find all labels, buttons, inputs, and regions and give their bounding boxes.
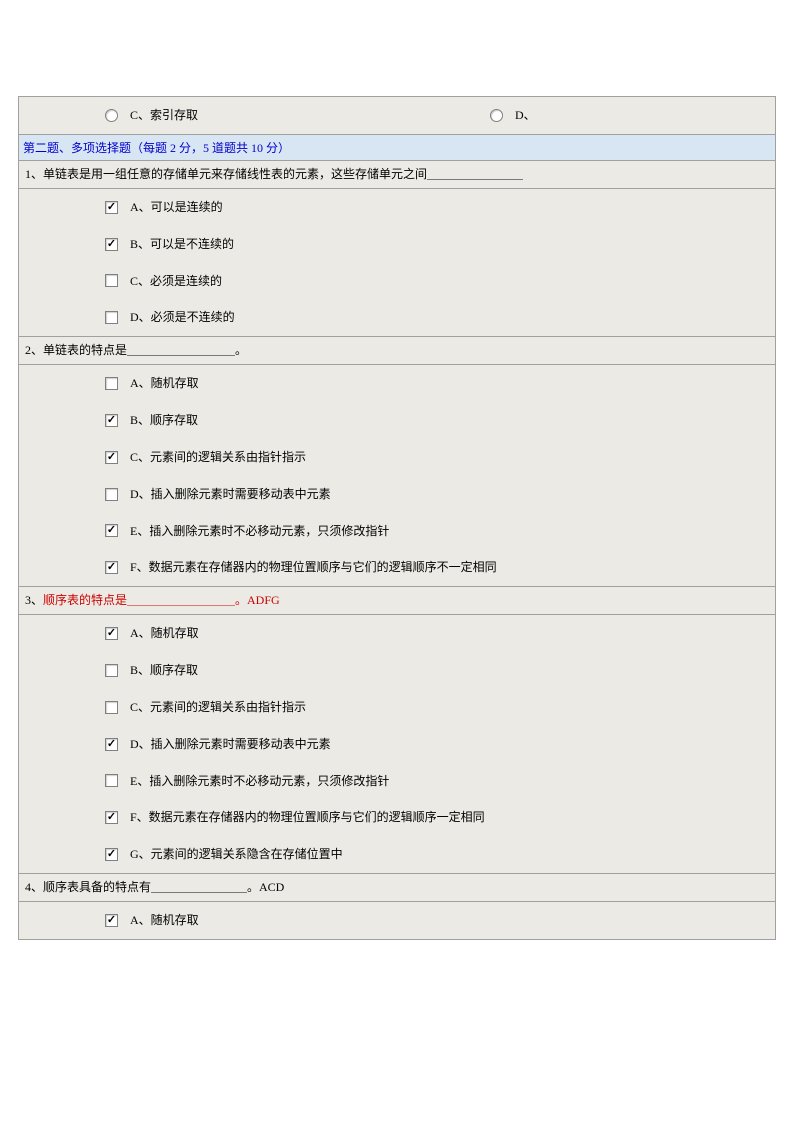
checkbox[interactable] [105, 774, 118, 787]
option-row: C、必须是连续的 [19, 263, 775, 300]
checkbox[interactable] [105, 238, 118, 251]
options-block: A、随机存取 B、顺序存取 C、元素间的逻辑关系由指针指示 D、插入删除元素时需要移动… [19, 615, 775, 874]
option-row: E、插入删除元素时不必移动元素，只须修改指针 [19, 513, 775, 550]
option-row: D、必须是不连续的 [19, 299, 775, 336]
options-block: A、可以是连续的 B、可以是不连续的 C、必须是连续的 D、必须是不连续的 [19, 189, 775, 337]
option-label: A、可以是连续的 [130, 199, 223, 216]
option-row: B、可以是不连续的 [19, 226, 775, 263]
option-row: C、元素间的逻辑关系由指针指示 [19, 689, 775, 726]
checkbox[interactable] [105, 627, 118, 640]
option-label: A、随机存取 [130, 375, 199, 392]
option-row: D、插入删除元素时需要移动表中元素 [19, 476, 775, 513]
checkbox[interactable] [105, 201, 118, 214]
option-label: F、数据元素在存储器内的物理位置顺序与它们的逻辑顺序不一定相同 [130, 559, 497, 576]
option-row: F、数据元素在存储器内的物理位置顺序与它们的逻辑顺序一定相同 [19, 799, 775, 836]
checkbox[interactable] [105, 701, 118, 714]
option-row: A、可以是连续的 [19, 189, 775, 226]
prev-question-options: C、索引存取 D、 [19, 97, 775, 134]
option-row: D、插入删除元素时需要移动表中元素 [19, 726, 775, 763]
question-prompt: 2、单链表的特点是＿＿＿＿＿＿＿＿＿。 [19, 337, 775, 365]
radio-option-d: D、 [404, 107, 536, 124]
option-label: E、插入删除元素时不必移动元素，只须修改指针 [130, 523, 389, 540]
option-label: D、插入删除元素时需要移动表中元素 [130, 736, 331, 753]
question-prompt: 4、顺序表具备的特点有＿＿＿＿＿＿＿＿。ACD [19, 874, 775, 902]
option-label: D、插入删除元素时需要移动表中元素 [130, 486, 331, 503]
checkbox[interactable] [105, 664, 118, 677]
option-label: B、顺序存取 [130, 412, 198, 429]
option-row: F、数据元素在存储器内的物理位置顺序与它们的逻辑顺序不一定相同 [19, 549, 775, 586]
option-row: B、顺序存取 [19, 652, 775, 689]
option-label: F、数据元素在存储器内的物理位置顺序与它们的逻辑顺序一定相同 [130, 809, 485, 826]
checkbox[interactable] [105, 311, 118, 324]
checkbox[interactable] [105, 274, 118, 287]
questions-list: 1、单链表是用一组任意的存储单元来存储线性表的元素，这些存储单元之间＿＿＿＿＿＿… [19, 161, 775, 939]
option-row: A、随机存取 [19, 615, 775, 652]
option-row: C、元素间的逻辑关系由指针指示 [19, 439, 775, 476]
checkbox[interactable] [105, 811, 118, 824]
option-label: A、随机存取 [130, 912, 199, 929]
option-label: C、元素间的逻辑关系由指针指示 [130, 699, 306, 716]
question-prompt: 1、单链表是用一组任意的存储单元来存储线性表的元素，这些存储单元之间＿＿＿＿＿＿… [19, 161, 775, 189]
options-block: A、随机存取 B、顺序存取 C、元素间的逻辑关系由指针指示 D、插入删除元素时需要移动… [19, 365, 775, 587]
option-label: E、插入删除元素时不必移动元素，只须修改指针 [130, 773, 389, 790]
radio-c[interactable] [105, 109, 118, 122]
option-label: B、顺序存取 [130, 662, 198, 679]
checkbox[interactable] [105, 738, 118, 751]
radio-c-label: C、索引存取 [130, 107, 198, 124]
question-text: 3、 [25, 593, 43, 607]
radio-d[interactable] [490, 109, 503, 122]
option-label: C、元素间的逻辑关系由指针指示 [130, 449, 306, 466]
checkbox[interactable] [105, 377, 118, 390]
option-row: E、插入删除元素时不必移动元素，只须修改指针 [19, 763, 775, 800]
question-highlight: 顺序表的特点是＿＿＿＿＿＿＿＿＿。ADFG [43, 593, 280, 607]
checkbox[interactable] [105, 561, 118, 574]
option-row: A、随机存取 [19, 902, 775, 939]
option-row: A、随机存取 [19, 365, 775, 402]
checkbox[interactable] [105, 848, 118, 861]
quiz-form: C、索引存取 D、 第二题、多项选择题（每题 2 分，5 道题共 10 分） 1… [18, 96, 776, 940]
option-row: G、元素间的逻辑关系隐含在存储位置中 [19, 836, 775, 873]
option-row: B、顺序存取 [19, 402, 775, 439]
radio-d-label: D、 [515, 107, 536, 124]
option-label: G、元素间的逻辑关系隐含在存储位置中 [130, 846, 343, 863]
option-label: B、可以是不连续的 [130, 236, 234, 253]
checkbox[interactable] [105, 488, 118, 501]
option-label: A、随机存取 [130, 625, 199, 642]
options-block: A、随机存取 [19, 902, 775, 939]
radio-option-c: C、索引存取 [19, 107, 404, 124]
option-label: C、必须是连续的 [130, 273, 222, 290]
checkbox[interactable] [105, 914, 118, 927]
question-prompt: 3、顺序表的特点是＿＿＿＿＿＿＿＿＿。ADFG [19, 587, 775, 615]
checkbox[interactable] [105, 451, 118, 464]
question-text: 4、顺序表具备的特点有＿＿＿＿＿＿＿＿。ACD [25, 880, 284, 894]
question-text: 2、单链表的特点是＿＿＿＿＿＿＿＿＿。 [25, 343, 247, 357]
checkbox[interactable] [105, 414, 118, 427]
question-text: 1、单链表是用一组任意的存储单元来存储线性表的元素，这些存储单元之间＿＿＿＿＿＿… [25, 167, 523, 181]
section-2-header: 第二题、多项选择题（每题 2 分，5 道题共 10 分） [19, 134, 775, 161]
option-label: D、必须是不连续的 [130, 309, 235, 326]
checkbox[interactable] [105, 524, 118, 537]
